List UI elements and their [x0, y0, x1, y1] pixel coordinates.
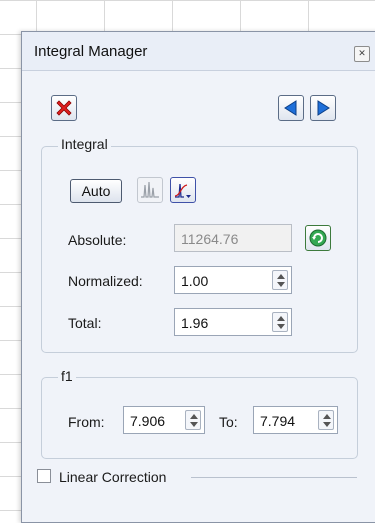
total-label: Total:	[68, 315, 102, 331]
linear-correction-checkbox[interactable]	[37, 469, 51, 483]
linear-correction-label: Linear Correction	[59, 469, 167, 485]
integral-curve-icon	[174, 183, 191, 198]
normalized-stepper[interactable]	[272, 270, 288, 290]
to-spinbox[interactable]: 7.794	[253, 406, 338, 434]
title-bar: Integral Manager ✕	[22, 32, 375, 71]
blue-right-arrow-icon	[317, 100, 330, 116]
to-label: To:	[219, 414, 238, 430]
stepper-down-icon[interactable]	[323, 422, 331, 427]
linear-correction-divider	[191, 477, 357, 478]
peaks-icon	[141, 181, 159, 198]
next-button[interactable]	[310, 95, 336, 121]
close-icon: ✕	[358, 48, 366, 58]
absolute-field: 11264.76	[174, 224, 292, 252]
f1-group-label: f1	[58, 368, 76, 384]
red-x-icon	[56, 100, 72, 116]
from-stepper[interactable]	[185, 410, 201, 430]
stepper-up-icon[interactable]	[190, 414, 198, 419]
absolute-value: 11264.76	[181, 231, 239, 247]
to-value: 7.794	[260, 413, 296, 429]
refresh-button[interactable]	[305, 225, 331, 251]
auto-button[interactable]: Auto	[70, 179, 122, 203]
absolute-label: Absolute:	[68, 232, 127, 248]
stepper-down-icon[interactable]	[190, 422, 198, 427]
previous-button[interactable]	[278, 95, 304, 121]
from-label: From:	[68, 414, 105, 430]
blue-left-arrow-icon	[284, 100, 297, 116]
window-title: Integral Manager	[34, 43, 148, 60]
stepper-up-icon[interactable]	[277, 316, 285, 321]
normalized-value: 1.00	[181, 273, 209, 289]
total-value: 1.96	[181, 315, 209, 331]
to-stepper[interactable]	[318, 410, 334, 430]
total-spinbox[interactable]: 1.96	[174, 308, 292, 336]
stepper-up-icon[interactable]	[323, 414, 331, 419]
stepper-up-icon[interactable]	[277, 274, 285, 279]
integral-group-label: Integral	[58, 136, 111, 152]
integral-curve-button[interactable]	[170, 177, 196, 203]
from-spinbox[interactable]: 7.906	[123, 406, 205, 434]
from-value: 7.906	[130, 413, 166, 429]
normalized-label: Normalized:	[68, 273, 143, 289]
stepper-down-icon[interactable]	[277, 282, 285, 287]
green-refresh-icon	[309, 229, 327, 247]
close-button[interactable]: ✕	[354, 46, 370, 62]
normalized-spinbox[interactable]: 1.00	[174, 266, 292, 294]
total-stepper[interactable]	[272, 312, 288, 332]
integral-manager-panel: Integral Manager ✕ Integral Auto Absolut…	[21, 31, 375, 523]
delete-button[interactable]	[51, 95, 77, 121]
peaks-button[interactable]	[137, 177, 163, 203]
stepper-down-icon[interactable]	[277, 324, 285, 329]
